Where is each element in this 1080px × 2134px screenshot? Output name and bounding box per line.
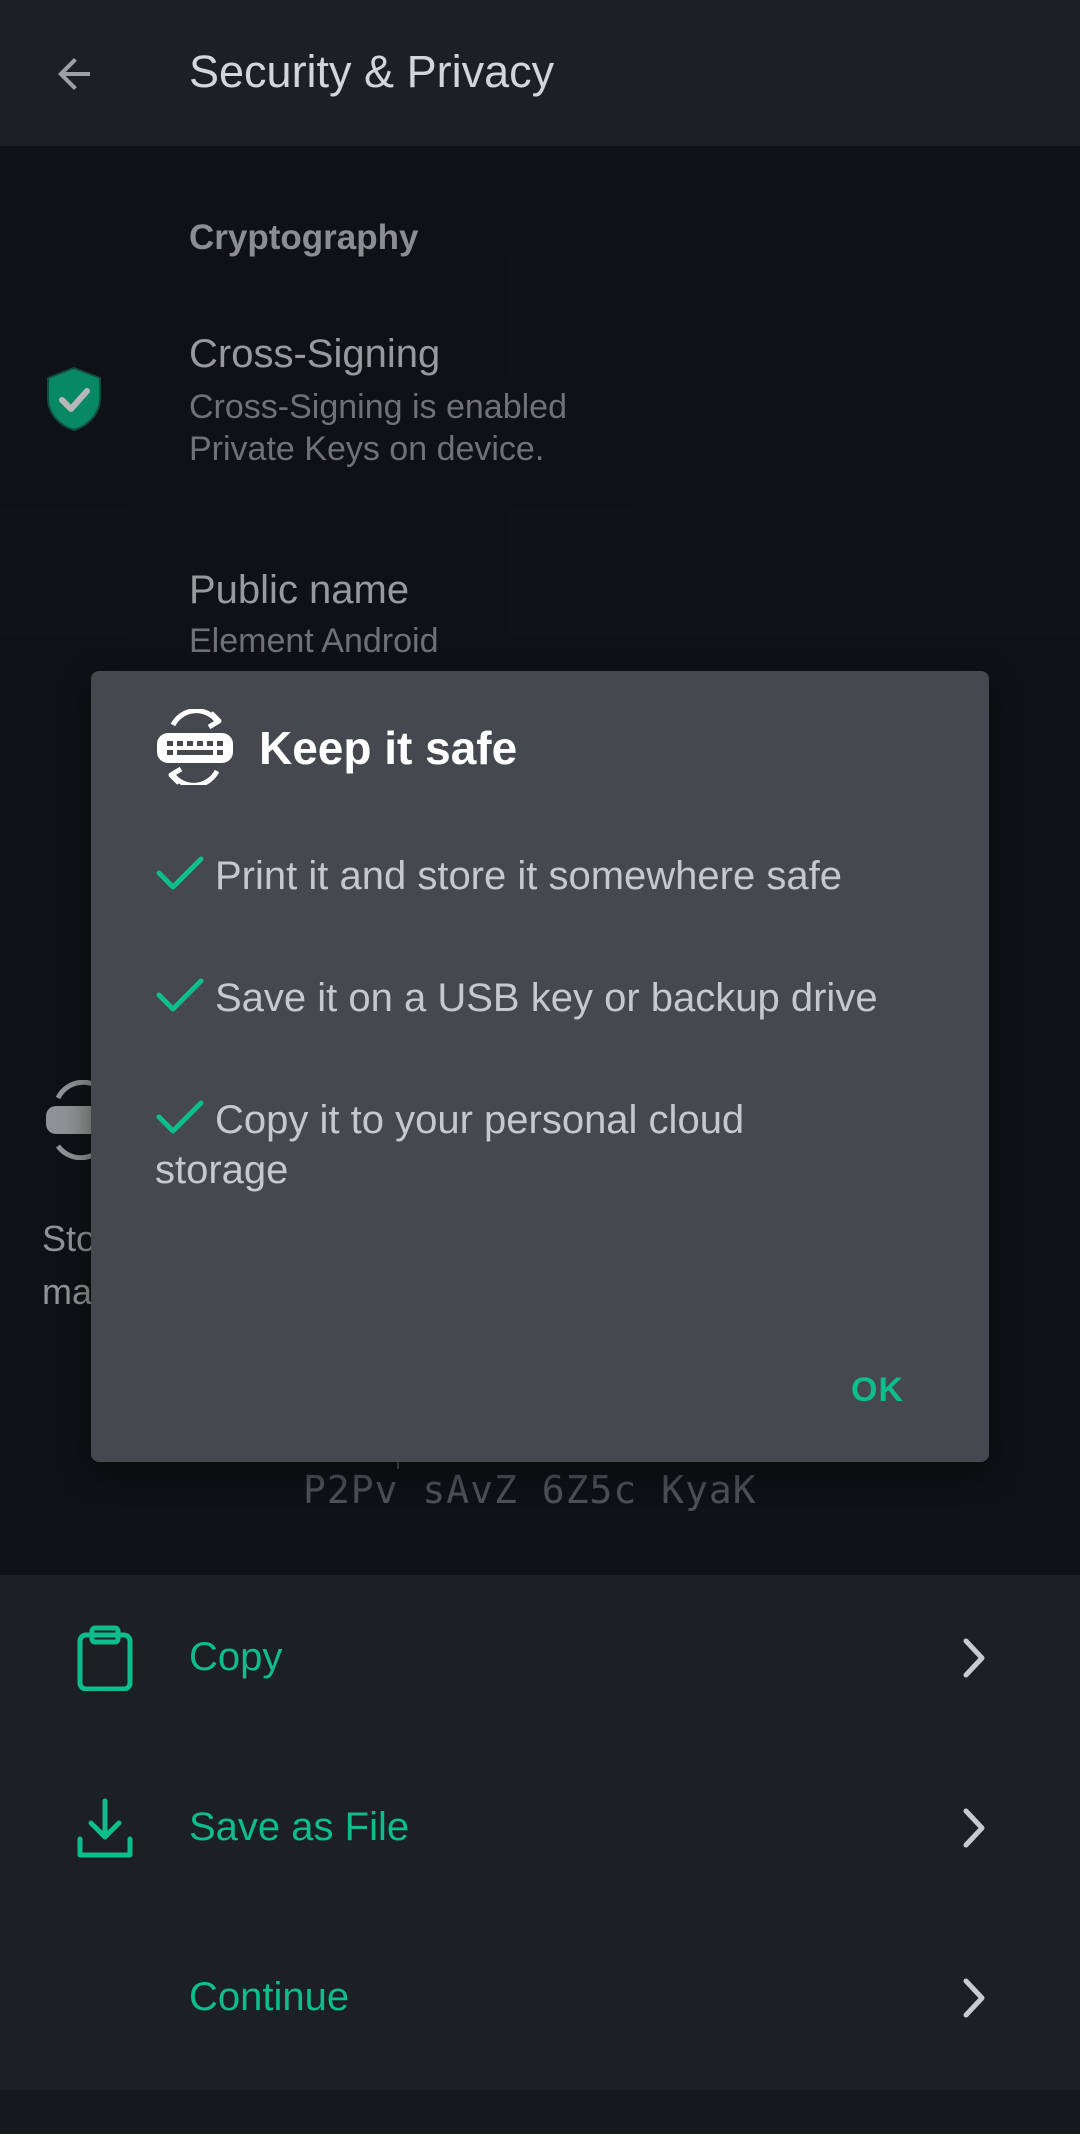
save-as-file-action[interactable]: Save as File — [0, 1745, 1080, 1915]
download-icon — [77, 1798, 133, 1858]
dialog-list-item: Print it and store it somewhere safe — [155, 851, 935, 901]
chevron-right-icon — [963, 1638, 985, 1678]
back-button[interactable] — [40, 40, 108, 108]
ok-button[interactable]: OK — [851, 1371, 904, 1410]
action-list: Copy Save as File Continue — [0, 1575, 1080, 2090]
check-icon — [156, 978, 204, 1012]
save-as-file-action-label: Save as File — [189, 1805, 410, 1849]
dialog-item-text: Save it on a USB key or backup drive — [215, 976, 878, 1020]
check-icon — [156, 1100, 204, 1134]
clipboard-icon — [77, 1625, 133, 1691]
app-bar: Security & Privacy — [0, 0, 1080, 146]
bottom-bar — [0, 2090, 1080, 2134]
keep-it-safe-dialog: Keep it safe Print it and store it somew… — [91, 671, 989, 1462]
continue-action-label: Continue — [189, 1975, 350, 2019]
copy-action[interactable]: Copy — [0, 1575, 1080, 1745]
dialog-item-text: Print it and store it somewhere safe — [215, 854, 842, 898]
dialog-list-item: Save it on a USB key or backup drive — [155, 973, 935, 1023]
dialog-title: Keep it safe — [259, 722, 518, 774]
dialog-item-text: Copy it to your personal cloud storage — [155, 1098, 745, 1192]
key-sync-icon — [157, 709, 233, 785]
arrow-back-icon — [58, 58, 90, 90]
check-icon — [156, 856, 204, 890]
dialog-list-item: Copy it to your personal cloud storage — [155, 1095, 875, 1195]
continue-action[interactable]: Continue — [0, 1915, 1080, 2085]
page-title: Security & Privacy — [189, 46, 555, 97]
chevron-right-icon — [963, 1978, 985, 2018]
copy-action-label: Copy — [189, 1635, 283, 1679]
chevron-right-icon — [963, 1808, 985, 1848]
